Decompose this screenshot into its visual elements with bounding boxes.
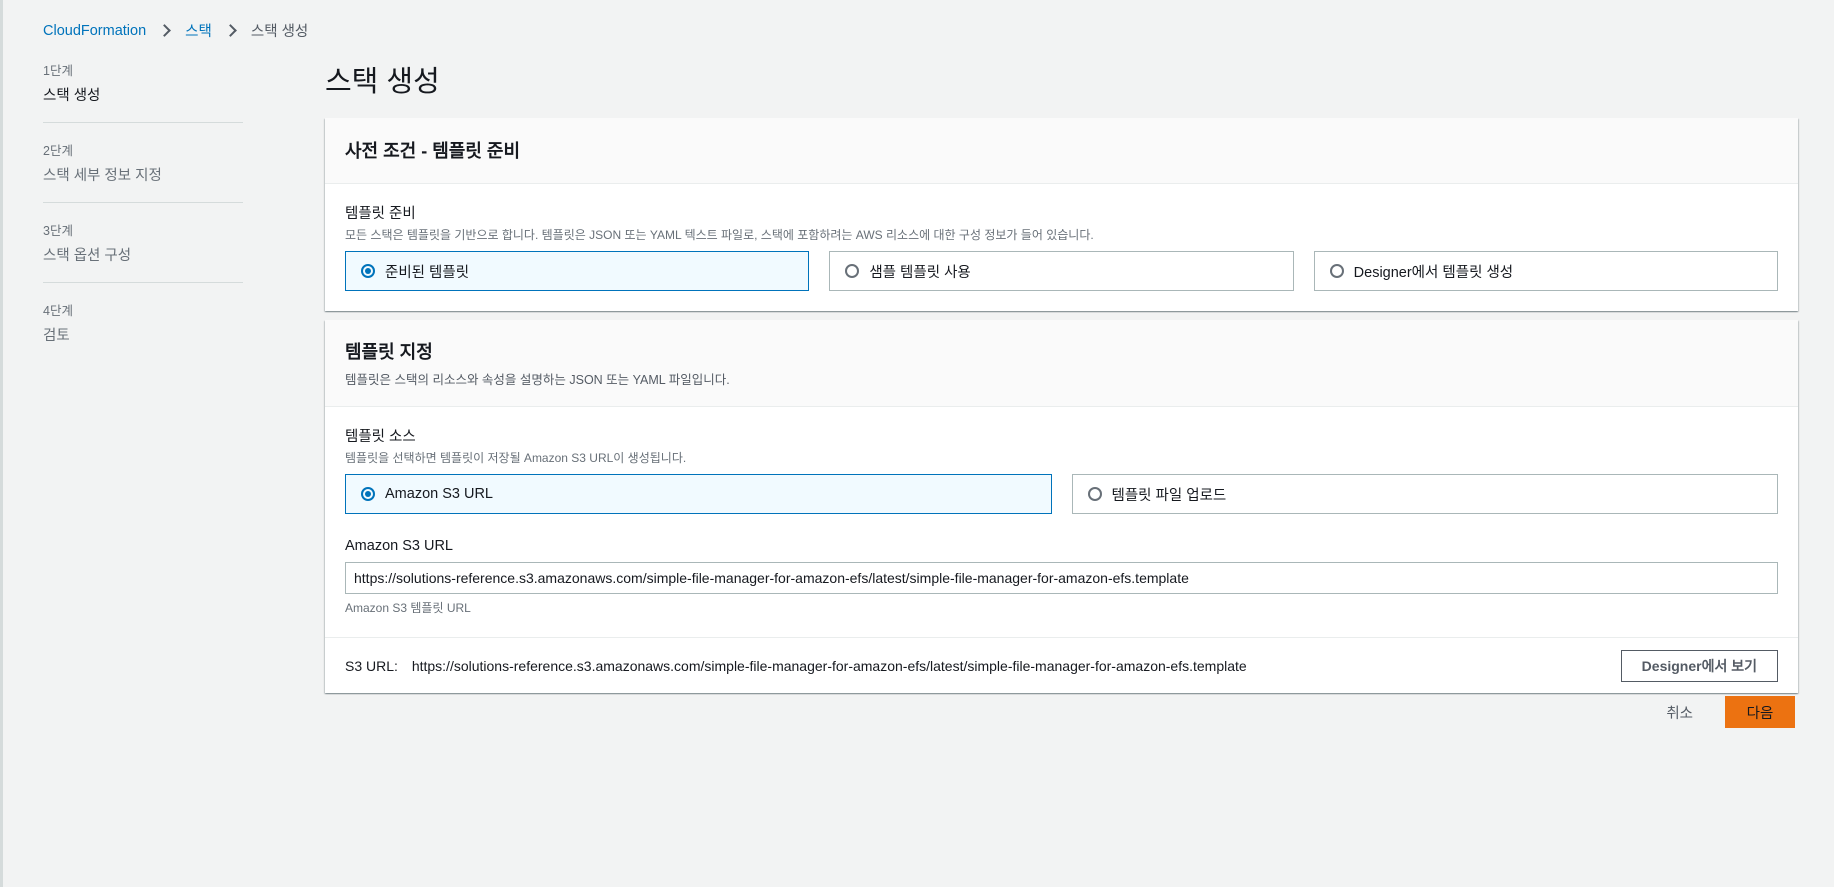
panel-title: 템플릿 지정	[345, 342, 433, 362]
s3-url-footer: S3 URL: https://solutions-reference.s3.a…	[325, 637, 1798, 693]
cancel-button[interactable]: 취소	[1654, 702, 1705, 723]
field-constraint: Amazon S3 템플릿 URL	[345, 601, 471, 615]
wizard-step-3: 3단계 스택 옵션 구성	[43, 220, 243, 283]
template-prepare-options: 준비된 템플릿 샘플 템플릿 사용 Designer에서 템플릿 생성	[345, 251, 1778, 291]
chevron-right-icon	[223, 24, 237, 37]
step-number: 2단계	[43, 144, 73, 158]
radio-icon[interactable]	[1329, 264, 1344, 278]
panel-description: 템플릿은 스택의 리소스와 속성을 설명하는 JSON 또는 YAML 파일입니…	[345, 373, 730, 387]
tile-label: 샘플 템플릿 사용	[869, 264, 971, 281]
next-button[interactable]: 다음	[1725, 696, 1795, 728]
s3-url-label: S3 URL:	[345, 657, 398, 674]
breadcrumb-stacks-link[interactable]: 스택	[185, 20, 212, 41]
step-number: 3단계	[43, 224, 73, 238]
tile-label: Designer에서 템플릿 생성	[1353, 264, 1514, 281]
panel-header: 템플릿 지정 템플릿은 스택의 리소스와 속성을 설명하는 JSON 또는 YA…	[325, 320, 1798, 407]
breadcrumb-current: 스택 생성	[250, 24, 309, 40]
radio-selected-icon[interactable]	[361, 264, 375, 278]
tile-label: 템플릿 파일 업로드	[1111, 487, 1227, 504]
breadcrumb: CloudFormation 스택 스택 생성	[43, 20, 308, 41]
s3-url-value: https://solutions-reference.s3.amazonaws…	[411, 657, 1247, 674]
step-title: 스택 옵션 구성	[43, 248, 132, 264]
field-label: 템플릿 준비	[345, 206, 416, 222]
panel-body: 템플릿 소스 템플릿을 선택하면 템플릿이 저장될 Amazon S3 URL이…	[325, 407, 1798, 637]
step-title: 스택 세부 정보 지정	[43, 168, 162, 184]
panel-body: 템플릿 준비 모든 스택은 템플릿을 기반으로 합니다. 템플릿은 JSON 또…	[325, 184, 1798, 311]
s3-url-display: S3 URL: https://solutions-reference.s3.a…	[345, 658, 1247, 674]
wizard-step-1: 1단계 스택 생성	[43, 60, 243, 123]
field-description: 모든 스택은 템플릿을 기반으로 합니다. 템플릿은 JSON 또는 YAML …	[345, 228, 1094, 242]
tile-designer-template[interactable]: Designer에서 템플릿 생성	[1313, 251, 1778, 291]
tile-upload-template-file[interactable]: 템플릿 파일 업로드	[1071, 474, 1778, 514]
wizard-step-2: 2단계 스택 세부 정보 지정	[43, 140, 243, 203]
tile-label: Amazon S3 URL	[385, 486, 493, 502]
chevron-right-icon	[158, 24, 172, 37]
radio-icon[interactable]	[1087, 487, 1102, 501]
radio-selected-icon[interactable]	[361, 487, 375, 501]
step-number: 1단계	[43, 64, 73, 78]
step-title: 검토	[43, 328, 70, 344]
step-title: 스택 생성	[43, 88, 101, 104]
template-source-options: Amazon S3 URL 템플릿 파일 업로드	[345, 474, 1778, 514]
wizard-actions: 취소 다음	[1654, 696, 1795, 728]
panel-header: 사전 조건 - 템플릿 준비	[325, 118, 1798, 184]
tile-label: 준비된 템플릿	[385, 264, 470, 281]
page-title: 스택 생성	[325, 66, 440, 98]
step-number: 4단계	[43, 304, 73, 318]
field-description: 템플릿을 선택하면 템플릿이 저장될 Amazon S3 URL이 생성됩니다.	[345, 451, 687, 465]
wizard-steps: 1단계 스택 생성 2단계 스택 세부 정보 지정 3단계 스택 옵션 구성 4…	[43, 60, 243, 379]
prerequisite-panel: 사전 조건 - 템플릿 준비 템플릿 준비 모든 스택은 템플릿을 기반으로 합…	[325, 118, 1798, 311]
wizard-step-4: 4단계 검토	[43, 300, 243, 362]
panel-title: 사전 조건 - 템플릿 준비	[345, 141, 521, 161]
field-label: 템플릿 소스	[345, 429, 416, 445]
radio-icon[interactable]	[845, 264, 860, 278]
view-in-designer-button[interactable]: Designer에서 보기	[1620, 649, 1778, 682]
breadcrumb-cloudformation-link[interactable]: CloudFormation	[43, 23, 146, 39]
tile-ready-template[interactable]: 준비된 템플릿	[345, 251, 810, 291]
specify-template-panel: 템플릿 지정 템플릿은 스택의 리소스와 속성을 설명하는 JSON 또는 YA…	[325, 320, 1798, 693]
s3-url-input[interactable]	[345, 562, 1778, 594]
field-label: Amazon S3 URL	[345, 538, 453, 554]
tile-amazon-s3-url[interactable]: Amazon S3 URL	[345, 474, 1052, 514]
tile-sample-template[interactable]: 샘플 템플릿 사용	[829, 251, 1294, 291]
